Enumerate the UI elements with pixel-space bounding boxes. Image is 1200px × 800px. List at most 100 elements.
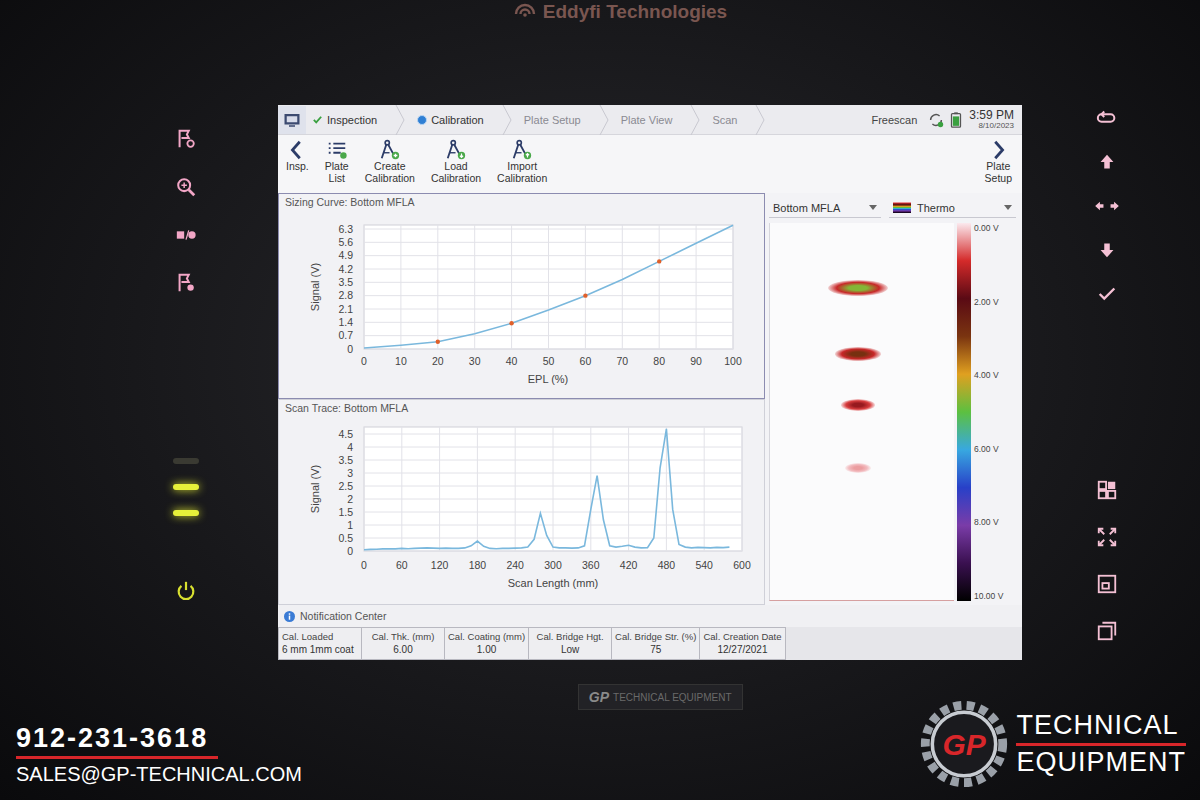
workflow-bar: InspectionCalibrationPlate Setup Plate Vi…: [278, 105, 1022, 135]
svg-text:2.8: 2.8: [338, 289, 353, 301]
svg-text:0: 0: [361, 355, 367, 367]
flag-settings-icon: [175, 272, 197, 294]
indication[interactable]: [828, 280, 888, 296]
indication[interactable]: [841, 399, 875, 410]
status-leds: [173, 458, 199, 516]
scale-label: 6.00 V: [974, 444, 1016, 454]
flag-button[interactable]: [173, 126, 199, 152]
up-button[interactable]: [1094, 149, 1120, 175]
back-button[interactable]: [1094, 105, 1120, 131]
layout-button[interactable]: [1094, 477, 1120, 503]
scale-label: 2.00 V: [974, 297, 1016, 307]
workflow-tabs: InspectionCalibrationPlate Setup Plate Vi…: [306, 105, 771, 134]
svg-text:3: 3: [347, 466, 353, 478]
svg-text:420: 420: [620, 559, 638, 571]
company-logo: GPTECHNICALEQUIPMENT: [920, 700, 1200, 800]
toolbar-button[interactable]: Create Calibration: [363, 139, 417, 184]
chart-title: Sizing Curve: Bottom MFLA: [279, 194, 764, 211]
tab-label: Plate View: [621, 114, 687, 126]
contact-info: 912-231-3618SALES@GP-TECHNICAL.COM: [0, 660, 400, 800]
svg-text:0.7: 0.7: [338, 329, 353, 341]
svg-text:1.4: 1.4: [338, 315, 353, 327]
channel-dropdown[interactable]: Bottom MFLA: [769, 199, 881, 218]
toolbar-button[interactable]: Insp.: [284, 139, 311, 173]
freescan-mode[interactable]: Freescan: [861, 114, 927, 126]
notification-center[interactable]: Notification Center: [278, 605, 1022, 627]
sizing-curve-chart: Sizing Curve: Bottom MFLA00.71.42.12.83.…: [278, 193, 765, 399]
dropdown-value: Bottom MFLA: [773, 202, 840, 214]
current-step-dot: [417, 115, 427, 125]
workflow-tab[interactable]: Plate View: [615, 105, 707, 134]
indication[interactable]: [835, 347, 880, 360]
svg-text:4: 4: [347, 440, 353, 452]
left-right-button[interactable]: [1094, 193, 1120, 219]
svg-text:360: 360: [582, 559, 600, 571]
status-led: [173, 510, 199, 516]
caret-down-icon: [1004, 205, 1012, 210]
view-button[interactable]: [1094, 571, 1120, 597]
badge-mark: GP: [589, 689, 609, 705]
battery-icon: [947, 111, 965, 129]
time: 3:59 PM: [969, 109, 1014, 122]
calibration-info-cell: Cal. Bridge Hgt.Low: [528, 627, 612, 660]
confirm-button[interactable]: [1094, 281, 1120, 307]
toolbar-button[interactable]: Import Calibration: [495, 139, 549, 184]
status-led: [173, 458, 199, 464]
toolbar-button[interactable]: Plate List: [323, 139, 351, 184]
svg-text:2: 2: [347, 492, 353, 504]
record-stop-icon: [175, 224, 197, 246]
zoom-button[interactable]: [173, 174, 199, 200]
return-icon: [1096, 107, 1118, 129]
svg-text:40: 40: [506, 355, 518, 367]
svg-text:480: 480: [658, 559, 676, 571]
info-icon: [284, 611, 295, 622]
next-step-button[interactable]: Plate Setup: [983, 139, 1014, 184]
home-button[interactable]: [278, 106, 306, 134]
svg-text:60: 60: [396, 559, 408, 571]
import-calibration-icon: [511, 139, 533, 161]
svg-text:3.5: 3.5: [338, 453, 353, 465]
svg-text:70: 70: [616, 355, 628, 367]
svg-text:1: 1: [347, 518, 353, 530]
windows-button[interactable]: [1094, 618, 1120, 644]
record-button[interactable]: [173, 222, 199, 248]
inspection-device: Eddyfi Technologies InspectionCalibration…: [0, 0, 1200, 800]
info-header: Cal. Bridge Hgt.: [532, 631, 608, 642]
chevron-right-icon: [987, 139, 1009, 161]
svg-text:90: 90: [690, 355, 702, 367]
dropdown-value: Thermo: [917, 202, 955, 214]
chevron-left-icon: [286, 139, 308, 161]
svg-text:300: 300: [544, 559, 562, 571]
tab-label: Scan: [712, 114, 751, 126]
scan-trace-chart: Scan Trace: Bottom MFLA00.511.522.533.54…: [278, 399, 765, 605]
toolbar: Insp. Plate List Create Calibration Load Ca…: [278, 135, 1022, 193]
down-button[interactable]: [1094, 237, 1120, 263]
svg-text:540: 540: [695, 559, 713, 571]
chevron-separator-icon: [690, 105, 700, 135]
palette-dropdown[interactable]: Thermo: [889, 199, 1016, 218]
info-header: Cal. Creation Date: [703, 631, 781, 642]
cscan-panel: Bottom MFLAThermo0.00 V2.00 V4.00 V6.00 …: [765, 193, 1022, 605]
svg-text:20: 20: [432, 355, 444, 367]
toolbar-button[interactable]: Load Calibration: [429, 139, 483, 184]
workflow-tab[interactable]: Inspection: [306, 105, 411, 134]
workflow-tab[interactable]: Scan: [706, 105, 771, 134]
device-body: InspectionCalibrationPlate SetupPlate Vi…: [0, 105, 1200, 660]
svg-text:120: 120: [431, 559, 449, 571]
svg-text:4.9: 4.9: [338, 249, 353, 261]
power-icon: [175, 580, 197, 602]
flag-settings-button[interactable]: [173, 270, 199, 296]
workflow-tab[interactable]: Plate Setup: [518, 105, 615, 134]
svg-text:4.2: 4.2: [338, 262, 353, 274]
arrow-down-icon: [1096, 239, 1118, 261]
right-bezel: [1022, 105, 1200, 660]
sizing-curve-line: [364, 225, 733, 348]
fullscreen-button[interactable]: [1094, 524, 1120, 550]
indication[interactable]: [845, 463, 870, 473]
workflow-tab[interactable]: Calibration: [411, 105, 518, 134]
svg-text:0: 0: [347, 544, 353, 556]
brand-name: Eddyfi Technologies: [543, 1, 727, 23]
power-button[interactable]: [173, 578, 199, 604]
info-header: Cal. Coating (mm): [448, 631, 525, 642]
calibration-point: [657, 259, 661, 263]
